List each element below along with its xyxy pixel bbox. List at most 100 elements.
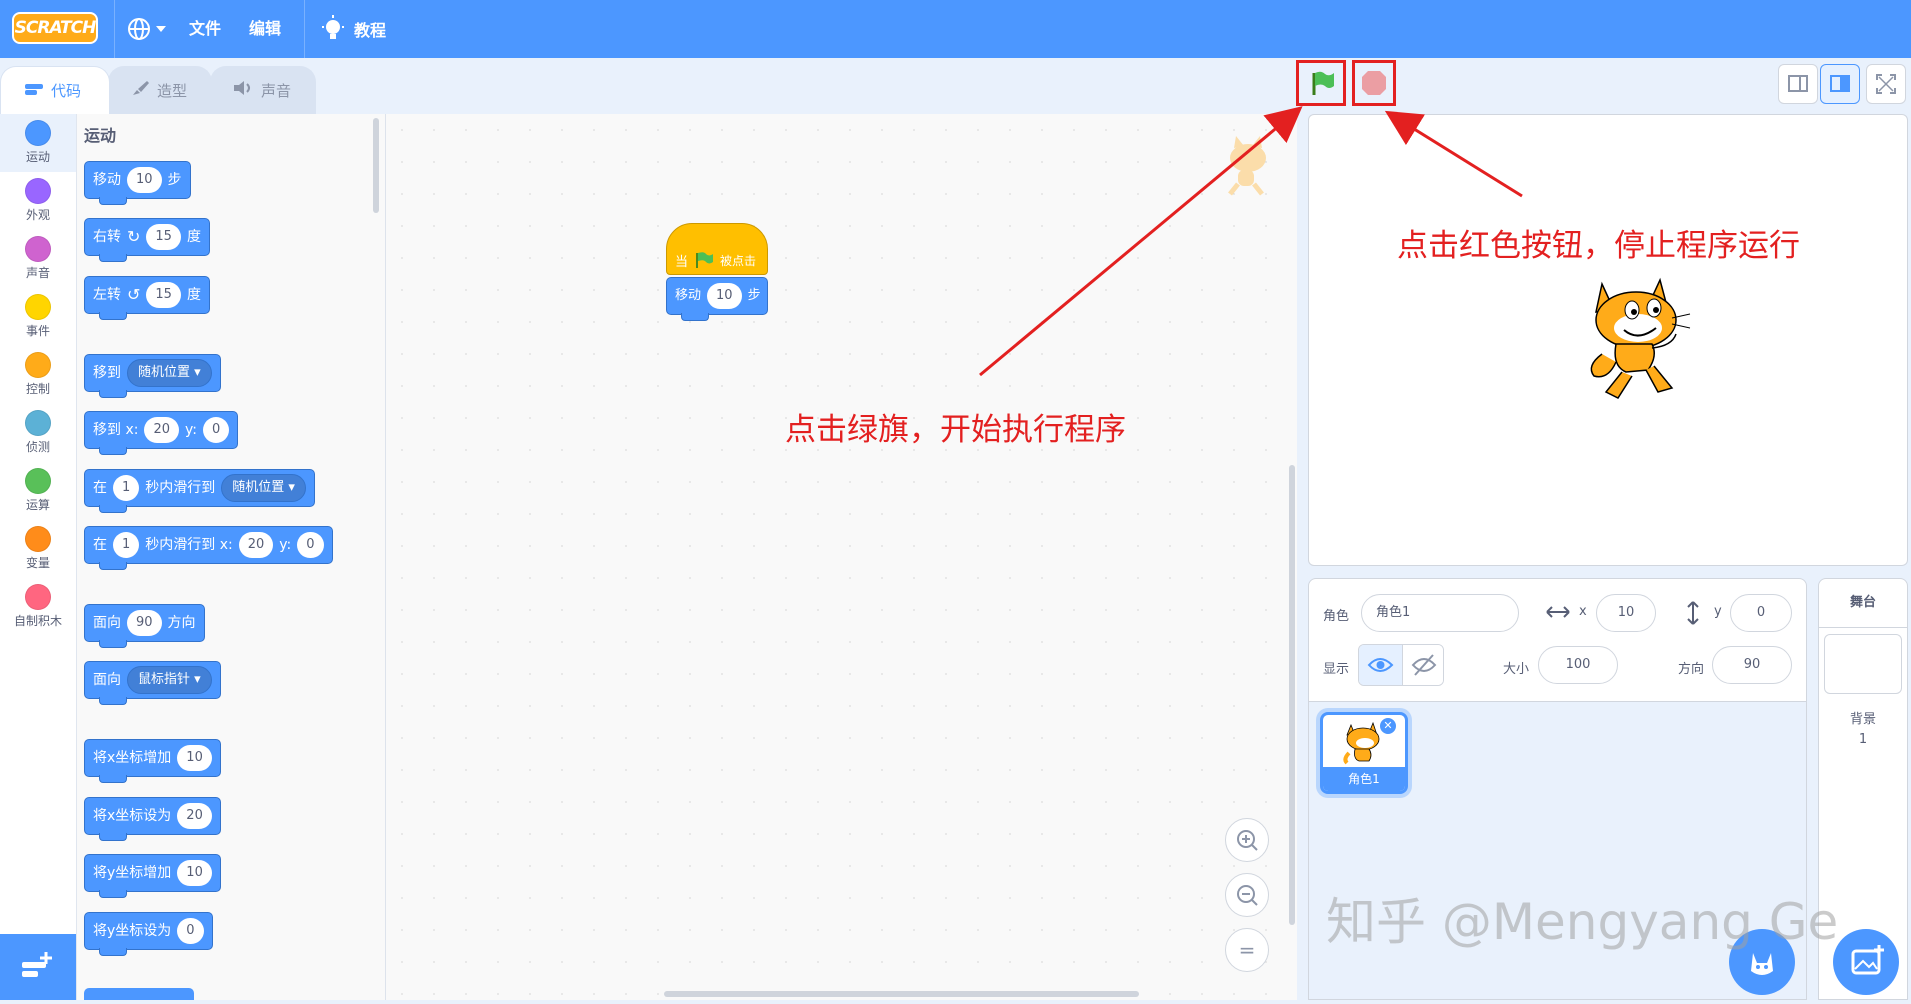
show-label: 显示 bbox=[1323, 662, 1350, 677]
block-point-direction[interactable]: 面向 90 方向 bbox=[84, 604, 205, 648]
block-dropdown[interactable]: 随机位置 ▾ bbox=[221, 474, 306, 502]
block-input[interactable]: 10 bbox=[127, 167, 162, 193]
block-set-y[interactable]: 将y坐标设为 0 bbox=[84, 912, 213, 956]
block-input[interactable]: 0 bbox=[297, 532, 324, 558]
sprite-name-input[interactable]: 角色1 bbox=[1361, 594, 1519, 632]
tab-code[interactable]: 代码 bbox=[0, 66, 110, 114]
block-turn-left[interactable]: 左转 ↺ 15 度 bbox=[84, 276, 210, 320]
block-input[interactable]: 0 bbox=[202, 417, 230, 443]
workspace-scrollbar-horizontal[interactable] bbox=[664, 991, 1139, 997]
block-input[interactable]: 1 bbox=[113, 475, 140, 501]
block-goto-xy[interactable]: 移到 x: 20 y: 0 bbox=[84, 411, 239, 455]
block-input[interactable]: 15 bbox=[146, 224, 181, 250]
hide-button[interactable] bbox=[1402, 645, 1443, 685]
block-text: 左转 bbox=[93, 287, 121, 303]
block-text: 移到 x: bbox=[93, 422, 139, 438]
workspace-scrollbar-vertical[interactable] bbox=[1289, 465, 1295, 925]
small-stage-button[interactable] bbox=[1778, 64, 1818, 104]
block-glide-xy[interactable]: 在 1 秒内滑行到 x: 20 y: 0 bbox=[84, 526, 333, 570]
scratch-logo[interactable]: SCRATCH bbox=[12, 12, 98, 44]
visibility-toggle bbox=[1358, 644, 1444, 686]
dropdown-value: 鼠标指针 bbox=[138, 672, 191, 687]
category-control[interactable]: 控制 bbox=[0, 346, 76, 404]
category-events[interactable]: 事件 bbox=[0, 288, 76, 346]
scratch-cat-sprite[interactable] bbox=[1572, 276, 1694, 406]
eye-hidden-icon bbox=[1411, 654, 1437, 676]
block-glide[interactable]: 在 1 秒内滑行到 随机位置 ▾ bbox=[84, 469, 315, 513]
category-motion[interactable]: 运动 bbox=[0, 114, 76, 172]
category-variables[interactable]: 变量 bbox=[0, 520, 76, 578]
zoom-reset-button[interactable]: = bbox=[1225, 928, 1269, 972]
size-input[interactable]: 100 bbox=[1538, 646, 1618, 684]
file-menu[interactable]: 文件 bbox=[189, 0, 221, 58]
close-icon: ✕ bbox=[1383, 719, 1393, 732]
category-looks[interactable]: 外观 bbox=[0, 172, 76, 230]
block-goto[interactable]: 移到 随机位置 ▾ bbox=[84, 354, 221, 398]
language-menu[interactable] bbox=[126, 16, 170, 42]
block-input[interactable]: 15 bbox=[146, 282, 181, 308]
block-move-steps[interactable]: 移动 10 步 bbox=[84, 161, 191, 205]
tutorials-button[interactable]: 教程 bbox=[320, 15, 410, 43]
block-input[interactable]: 0 bbox=[177, 918, 204, 944]
fullscreen-button[interactable] bbox=[1866, 64, 1906, 104]
category-sound[interactable]: 声音 bbox=[0, 230, 76, 288]
block-input[interactable]: 1 bbox=[113, 532, 140, 558]
add-extension-button[interactable] bbox=[0, 934, 76, 1000]
block-input[interactable]: 90 bbox=[127, 610, 162, 636]
category-my-blocks[interactable]: 自制积木 bbox=[0, 578, 76, 636]
choose-backdrop-button[interactable] bbox=[1833, 929, 1899, 995]
block-text: 右转 bbox=[93, 229, 121, 245]
green-flag-icon bbox=[696, 252, 714, 268]
category-operators[interactable]: 运算 bbox=[0, 462, 76, 520]
green-flag-button[interactable] bbox=[1296, 60, 1346, 106]
block-text: 面向 bbox=[93, 672, 121, 688]
stage-thumbnail[interactable] bbox=[1824, 634, 1902, 694]
zoom-in-button[interactable] bbox=[1225, 818, 1269, 862]
block-input[interactable]: 10 bbox=[177, 860, 212, 886]
when-flag-clicked-block[interactable]: 当 被点击 bbox=[666, 223, 768, 275]
edit-menu[interactable]: 编辑 bbox=[249, 0, 281, 58]
block-dropdown[interactable]: 随机位置 ▾ bbox=[127, 359, 212, 387]
large-stage-button[interactable] bbox=[1820, 64, 1860, 104]
block-set-x[interactable]: 将x坐标设为 20 bbox=[84, 797, 221, 841]
category-color-dot bbox=[25, 584, 51, 610]
block-input[interactable]: 10 bbox=[707, 283, 742, 309]
block-turn-right[interactable]: 右转 ↻ 15 度 bbox=[84, 218, 210, 262]
block-change-x[interactable]: 将x坐标增加 10 bbox=[84, 739, 221, 783]
stop-button[interactable] bbox=[1352, 60, 1396, 106]
zoom-reset-label: = bbox=[1238, 938, 1256, 962]
block-change-y[interactable]: 将y坐标增加 10 bbox=[84, 854, 221, 898]
tab-label: 造型 bbox=[157, 82, 188, 100]
block-input[interactable]: 20 bbox=[177, 803, 212, 829]
script-move-block[interactable]: 移动 10 步 bbox=[666, 277, 768, 321]
zoom-out-button[interactable] bbox=[1225, 873, 1269, 917]
block-partial[interactable] bbox=[84, 988, 194, 1000]
show-button[interactable] bbox=[1359, 645, 1402, 685]
script-workspace[interactable] bbox=[386, 114, 1297, 1000]
speaker-icon bbox=[233, 67, 255, 115]
block-point-towards[interactable]: 面向 鼠标指针 ▾ bbox=[84, 661, 221, 705]
category-label: 事件 bbox=[25, 324, 50, 338]
block-text: 移动 bbox=[93, 172, 121, 188]
block-dropdown[interactable]: 鼠标指针 ▾ bbox=[127, 666, 212, 694]
block-text: 被点击 bbox=[720, 253, 757, 268]
block-input[interactable]: 20 bbox=[238, 532, 274, 558]
brush-icon bbox=[131, 67, 151, 115]
direction-input[interactable]: 90 bbox=[1712, 646, 1792, 684]
y-input[interactable]: 0 bbox=[1730, 594, 1792, 632]
block-text: 度 bbox=[186, 287, 201, 303]
category-sensing[interactable]: 侦测 bbox=[0, 404, 76, 462]
block-input[interactable]: 20 bbox=[144, 417, 179, 443]
horizontal-arrows-icon bbox=[1546, 606, 1570, 618]
tab-sounds[interactable]: 声音 bbox=[210, 66, 316, 114]
lightbulb-icon bbox=[322, 15, 344, 39]
globe-icon bbox=[128, 18, 166, 40]
x-input[interactable]: 10 bbox=[1596, 594, 1656, 632]
watermark-text: 知乎 @Mengyang Ge bbox=[1326, 893, 1839, 951]
category-color-dot bbox=[25, 352, 51, 378]
palette-scrollbar[interactable] bbox=[373, 118, 379, 213]
block-input[interactable]: 10 bbox=[177, 745, 212, 771]
delete-sprite-button[interactable]: ✕ bbox=[1378, 716, 1398, 736]
block-text: 面向 bbox=[93, 615, 121, 631]
tab-costumes[interactable]: 造型 bbox=[108, 66, 212, 114]
